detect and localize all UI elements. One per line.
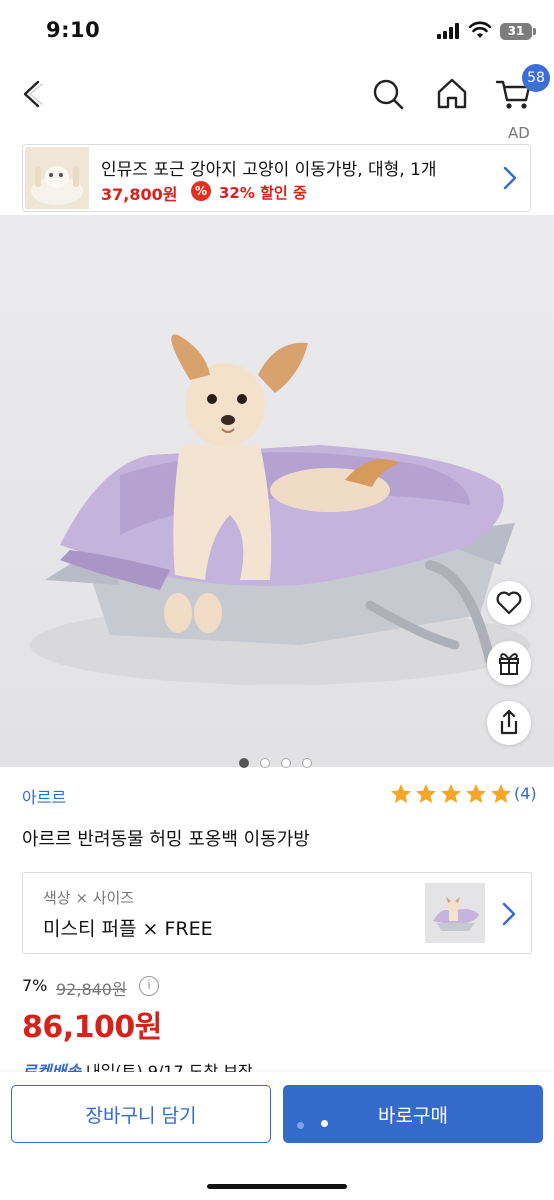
bottom-action-bar: 장바구니 담기 바로구매 xyxy=(0,1072,554,1200)
battery-indicator: 31 xyxy=(500,23,536,40)
star-icon xyxy=(441,784,461,803)
star-icon xyxy=(391,784,411,803)
cellular-signal-icon xyxy=(437,23,461,39)
option-label: 색상 × 사이즈 xyxy=(43,889,135,907)
sale-price: 86,100원 xyxy=(22,1010,162,1045)
info-icon[interactable]: i xyxy=(139,976,159,996)
rating-stars[interactable] xyxy=(389,782,514,806)
gift-icon xyxy=(499,653,519,675)
discount-percent-icon: % xyxy=(191,181,211,201)
chevron-right-icon xyxy=(503,166,517,190)
home-icon[interactable] xyxy=(432,74,472,114)
ad-discount: 32% 할인 중 xyxy=(219,184,307,202)
option-value: 미스티 퍼플 × FREE xyxy=(43,918,213,940)
carousel-dot[interactable] xyxy=(281,758,291,768)
brand-link[interactable]: 아르르 xyxy=(22,784,66,808)
ad-banner[interactable]: 인뮤즈 포근 강아지 고양이 이동가방, 대형, 1개 37,800원 % 32… xyxy=(22,144,531,212)
status-time: 9:10 xyxy=(46,18,101,42)
star-icon xyxy=(416,784,436,803)
cart-count-badge: 58 xyxy=(522,64,550,92)
product-photo xyxy=(30,334,530,685)
product-title: 아르르 반려동물 허밍 포옹백 이동가방 xyxy=(22,829,310,850)
delivery-date: 내일(토) 9/17 도착 보장 xyxy=(85,1062,253,1072)
add-to-cart-button[interactable]: 장바구니 담기 xyxy=(11,1085,271,1143)
product-image-carousel[interactable] xyxy=(0,215,554,767)
star-icon xyxy=(466,784,486,803)
carousel-indicator xyxy=(239,753,323,768)
back-arrow-icon[interactable] xyxy=(12,74,52,114)
star-icon xyxy=(491,784,511,803)
ad-product-thumbnail xyxy=(25,147,89,209)
carousel-dot[interactable] xyxy=(239,758,249,768)
status-bar: 9:10 31 xyxy=(0,0,554,66)
ad-label: AD xyxy=(508,124,530,142)
review-count[interactable]: (4) xyxy=(514,784,537,803)
original-price: 92,840원 xyxy=(56,980,127,999)
carousel-dot[interactable] xyxy=(260,758,270,768)
delivery-info: 로켓배송 내일(토) 9/17 도착 보장 xyxy=(22,1058,253,1072)
top-nav-bar xyxy=(0,66,554,124)
chevron-right-icon xyxy=(502,902,516,926)
buy-now-button[interactable]: 바로구매 xyxy=(283,1085,543,1143)
ad-title: 인뮤즈 포근 강아지 고양이 이동가방, 대형, 1개 xyxy=(101,160,437,180)
gift-button[interactable] xyxy=(487,641,531,685)
share-button[interactable] xyxy=(487,701,531,745)
ad-price: 37,800원 xyxy=(101,185,178,204)
wishlist-button[interactable] xyxy=(487,581,531,625)
share-icon xyxy=(500,709,518,735)
discount-rate: 7% xyxy=(22,976,48,995)
wifi-icon xyxy=(468,21,492,38)
home-indicator xyxy=(207,1184,347,1189)
option-thumbnail xyxy=(425,883,485,943)
rocket-delivery-badge: 로켓배송 xyxy=(22,1062,81,1072)
heart-icon xyxy=(496,591,522,615)
loading-dot xyxy=(297,1122,304,1129)
carousel-dot[interactable] xyxy=(302,758,312,768)
search-icon[interactable] xyxy=(368,74,408,114)
option-selector[interactable]: 색상 × 사이즈 미스티 퍼플 × FREE xyxy=(22,872,532,954)
loading-dot xyxy=(321,1120,328,1127)
